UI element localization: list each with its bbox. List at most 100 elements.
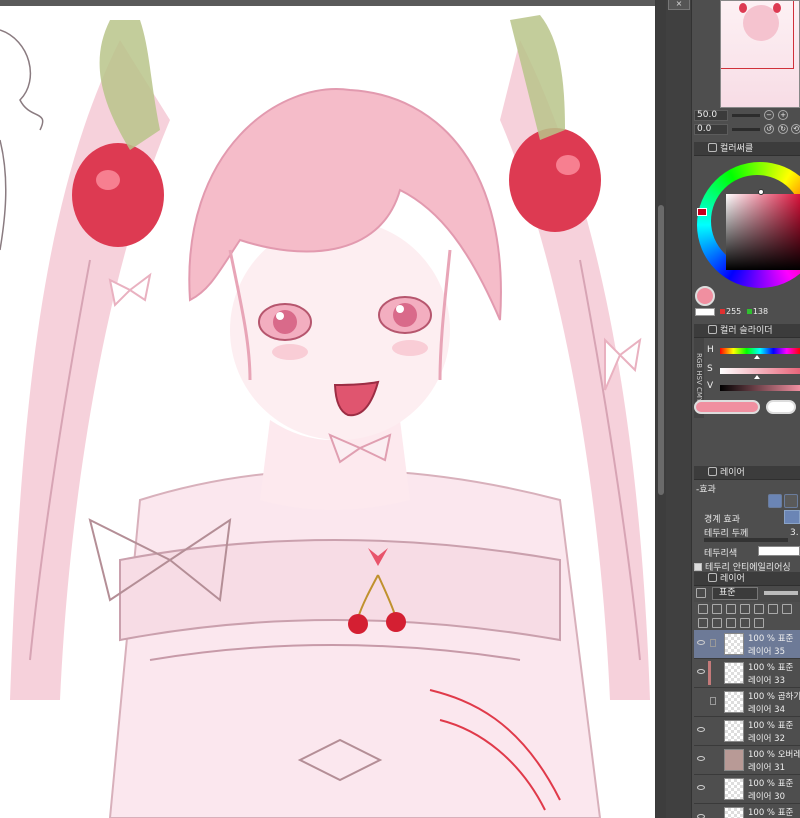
rotate-right-icon[interactable]: ↻	[778, 124, 788, 134]
layer-row[interactable]: 100 % 표준 레이어 33	[694, 659, 800, 688]
new-layer-icon[interactable]	[698, 618, 708, 628]
new-vector-layer-icon[interactable]	[712, 618, 722, 628]
ruler-icon[interactable]	[782, 604, 792, 614]
rotate-row: 0.0 ↺ ↻ ⟲	[694, 124, 800, 136]
rotate-slider[interactable]	[732, 128, 760, 131]
layer-thumbnail	[724, 778, 744, 800]
mask-icon[interactable]	[768, 604, 778, 614]
eye-icon[interactable]	[697, 814, 705, 818]
saturation-slider-handle[interactable]	[754, 375, 760, 379]
eye-icon[interactable]	[697, 640, 705, 645]
tab-color-slider[interactable]: 컬러 슬라이더	[694, 324, 800, 338]
eye-icon[interactable]	[697, 756, 705, 761]
close-icon[interactable]: ×	[668, 0, 690, 10]
layer-row[interactable]: 100 % 표준 레이어 35	[694, 630, 800, 659]
navigator-preview[interactable]	[720, 0, 800, 108]
layer-meta: 100 % 표준	[748, 663, 794, 673]
draft-layer-icon[interactable]	[740, 604, 750, 614]
new-folder-icon[interactable]	[726, 618, 736, 628]
zoom-slider[interactable]	[732, 114, 760, 117]
saturation-value-square[interactable]	[726, 194, 800, 270]
secondary-color-chip[interactable]	[766, 400, 796, 414]
layer-thumbnail	[724, 720, 744, 742]
zoom-out-icon[interactable]: −	[764, 110, 774, 120]
eye-icon[interactable]	[697, 669, 705, 674]
merge-down-icon[interactable]	[740, 618, 750, 628]
layer-thumbnail	[724, 807, 744, 818]
layer-meta: 100 % 표준	[748, 721, 794, 731]
color-slider-panel: RGB HSV CMY H S V	[694, 338, 800, 418]
checkbox-icon[interactable]	[694, 563, 702, 571]
tab-color-wheel[interactable]: 컬러써클	[694, 142, 800, 156]
tab-layer[interactable]: 레이어	[694, 572, 800, 586]
layer-row[interactable]: 100 % 표준 레이어 30	[694, 775, 800, 804]
border-thickness-slider[interactable]	[704, 538, 788, 542]
rotate-value-field[interactable]: 0.0	[694, 124, 728, 135]
effect-section-label: -효과	[696, 485, 716, 495]
pen-icon[interactable]	[710, 639, 716, 647]
main-color-swatch[interactable]	[695, 286, 715, 306]
layer-thumbnail	[724, 633, 744, 655]
clip-layer-icon[interactable]	[712, 604, 722, 614]
layer-name[interactable]: 레이어 31	[748, 761, 785, 773]
color-wheel-panel: 255 138	[694, 158, 800, 318]
layer-name[interactable]: 레이어 35	[748, 645, 785, 657]
layer-row[interactable]: 100 % 표준 레이어 32	[694, 717, 800, 746]
border-color-swatch[interactable]	[758, 546, 800, 556]
eye-icon[interactable]	[697, 727, 705, 732]
tab-color-slider-label: 컬러 슬라이더	[720, 326, 773, 336]
layer-name[interactable]: 레이어 33	[748, 674, 785, 686]
opacity-slider[interactable]	[764, 591, 798, 595]
canvas-vertical-scrollbar[interactable]	[656, 0, 666, 818]
clipping-mark	[708, 661, 711, 685]
layer-name[interactable]: 레이어 32	[748, 732, 785, 744]
border-effect-toggle[interactable]	[784, 510, 800, 524]
tab-color-wheel-label: 컬러써클	[720, 144, 754, 154]
blend-mode-select[interactable]: 표준	[712, 587, 758, 600]
layer-row[interactable]: 100 % 표준	[694, 804, 800, 818]
effect-toggle-button-2[interactable]	[784, 494, 798, 508]
sub-color-swatch[interactable]	[695, 308, 715, 316]
layer-thumbnail	[724, 749, 744, 771]
sv-marker[interactable]	[758, 189, 764, 195]
hue-slider-handle[interactable]	[754, 355, 760, 359]
saturation-slider[interactable]	[720, 368, 800, 374]
value-slider[interactable]	[720, 385, 800, 391]
trash-icon[interactable]	[754, 618, 764, 628]
drawing-canvas[interactable]	[0, 0, 656, 818]
layer-row[interactable]: 100 % 오버레이 레이어 31	[694, 746, 800, 775]
border-thickness-value[interactable]: 3.	[790, 528, 799, 538]
layer-name[interactable]: 레이어 34	[748, 703, 785, 715]
zoom-row: 50.0 − +	[694, 110, 788, 122]
layer-row[interactable]: 100 % 곱하기 레이어 34	[694, 688, 800, 717]
hue-slider[interactable]	[720, 348, 800, 354]
layer-menu-icon[interactable]	[696, 588, 706, 598]
layer-thumbnail	[724, 691, 744, 713]
rotate-left-icon[interactable]: ↺	[764, 124, 774, 134]
eye-icon[interactable]	[697, 785, 705, 790]
current-color-chip[interactable]	[694, 400, 760, 414]
red-dot-icon	[720, 309, 725, 314]
red-value: 255	[726, 307, 742, 316]
navigator-view-frame[interactable]	[721, 1, 794, 69]
rgb-readout: 255 138	[720, 307, 768, 316]
border-effect-label: 경계 효과	[704, 515, 740, 525]
layer-name[interactable]: 레이어 30	[748, 790, 785, 802]
tab-layer-property[interactable]: 레이어	[694, 466, 800, 480]
effect-toggle-button[interactable]	[768, 494, 782, 508]
layer-thumbnail	[724, 662, 744, 684]
layer-meta: 100 % 표준	[748, 808, 794, 818]
reset-rotate-icon[interactable]: ⟲	[791, 124, 800, 134]
scrollbar-thumb[interactable]	[658, 205, 664, 495]
saturation-label: S	[707, 364, 713, 374]
layer-blend-toolbar: 표준	[694, 586, 800, 602]
zoom-value-field[interactable]: 50.0	[694, 110, 728, 121]
layer-visibility-box[interactable]	[710, 697, 716, 705]
layer-meta: 100 % 표준	[748, 634, 794, 644]
lock-layer-icon[interactable]	[754, 604, 764, 614]
reference-layer-icon[interactable]	[726, 604, 736, 614]
zoom-in-icon[interactable]: +	[778, 110, 788, 120]
green-value: 138	[752, 307, 769, 316]
lock-transparency-icon[interactable]	[698, 604, 708, 614]
hue-marker[interactable]	[697, 208, 707, 216]
